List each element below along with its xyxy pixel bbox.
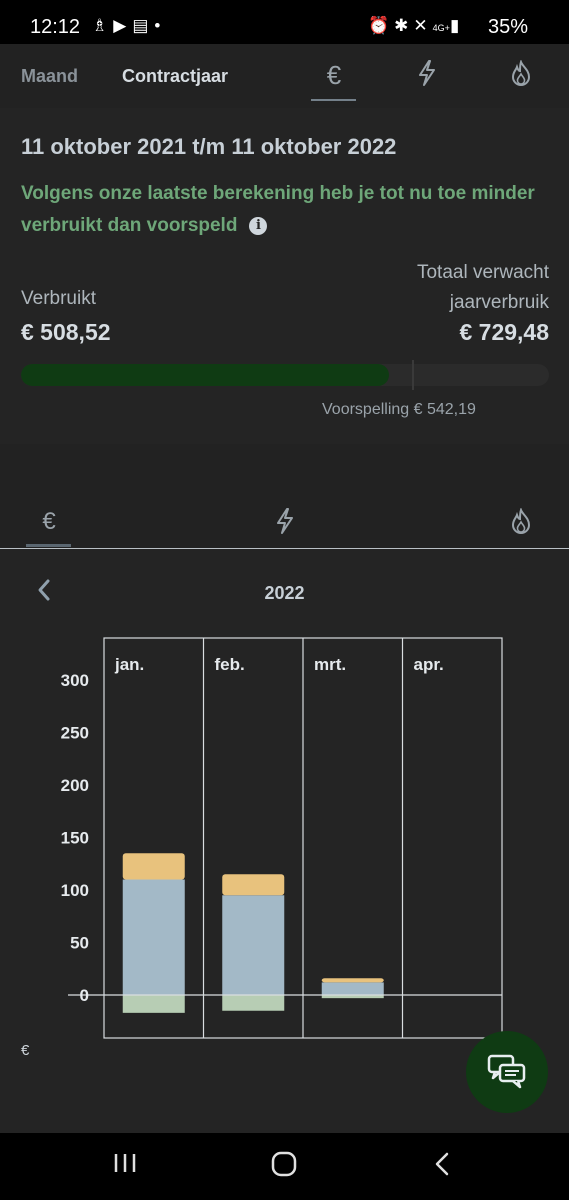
status-right-icons: ⏰✱✕4G+▮ xyxy=(368,16,464,36)
notification-icon: ♗ xyxy=(92,16,114,35)
chat-button[interactable] xyxy=(466,1031,548,1113)
youtube-icon: ▶ xyxy=(113,16,133,35)
chart-y-tick-label: 50 xyxy=(70,934,89,953)
chart-bar-segment xyxy=(122,879,185,995)
chart-y-tick-label: 300 xyxy=(61,671,89,690)
usage-progress-fill xyxy=(21,364,390,386)
usage-progress-bar xyxy=(21,364,549,386)
flame-icon[interactable] xyxy=(498,59,544,93)
battery-level: 35% xyxy=(488,16,529,38)
info-icon[interactable]: i xyxy=(249,217,268,235)
used-value: € 508,52 xyxy=(21,319,111,345)
lightning-icon[interactable] xyxy=(404,60,450,93)
system-nav-bar xyxy=(0,1133,569,1200)
chart-y-axis-label: € xyxy=(21,1042,30,1059)
tab-month[interactable]: Maand xyxy=(21,66,78,87)
chart-category-label: feb. xyxy=(215,655,245,674)
bluetooth-icon: ✱ xyxy=(394,16,414,35)
chart-bar-segment xyxy=(122,995,185,1013)
chart-category-label: jan. xyxy=(114,655,144,674)
chart-tabs: € xyxy=(0,496,569,549)
expected-label-line2: jaarverbruik xyxy=(449,292,549,313)
chart-bar-segment xyxy=(222,895,285,995)
lightning-icon[interactable] xyxy=(262,508,308,541)
chart-category-label: mrt. xyxy=(314,655,346,674)
status-time: 12:12 xyxy=(30,16,81,38)
period-tabs: Maand Contractjaar € xyxy=(0,44,569,106)
signal-icon: ▮ xyxy=(449,16,465,35)
expected-value: € 729,48 xyxy=(459,319,549,345)
mute-icon: ✕ xyxy=(413,16,433,35)
tab-contract-year[interactable]: Contractjaar xyxy=(122,66,228,87)
home-icon[interactable] xyxy=(270,1151,298,1184)
summary-card: 11 oktober 2021 t/m 11 oktober 2022 Volg… xyxy=(0,108,569,444)
expected-label: Totaal verwacht jaarverbruik xyxy=(349,258,549,318)
euro-icon[interactable]: € xyxy=(26,508,72,536)
used-label: Verbruikt xyxy=(21,288,96,309)
status-bar: 12:12 ♗▶▤• ⏰✱✕4G+▮ 35% xyxy=(0,0,569,44)
active-chart-tab-underline xyxy=(26,544,71,547)
status-left-icons: ♗▶▤• xyxy=(92,16,166,36)
news-icon: ▤ xyxy=(132,16,155,35)
recent-apps-icon[interactable] xyxy=(112,1151,138,1182)
period-title: 11 oktober 2021 t/m 11 oktober 2022 xyxy=(21,134,397,159)
chart-y-tick-label: 100 xyxy=(61,881,89,900)
chart-y-tick-label: 250 xyxy=(61,724,89,743)
chart-bar-segment xyxy=(321,982,384,995)
usage-message-text: Volgens onze laatste berekening heb je t… xyxy=(21,183,535,236)
active-tab-underline xyxy=(311,99,356,101)
usage-message: Volgens onze laatste berekening heb je t… xyxy=(21,178,541,242)
chart-y-tick-label: 200 xyxy=(61,776,89,795)
chart-bar-segment xyxy=(222,995,285,1011)
forecast-marker xyxy=(412,360,415,390)
forecast-text: Voorspelling € 542,19 xyxy=(322,401,476,418)
expected-label-line1: Totaal verwacht xyxy=(416,262,549,283)
alarm-icon: ⏰ xyxy=(368,16,395,35)
flame-icon[interactable] xyxy=(498,507,544,541)
chart-bar-segment xyxy=(122,853,185,880)
euro-icon[interactable]: € xyxy=(311,60,357,91)
chart-y-tick-label: 0 xyxy=(80,986,89,1005)
chart-bar-segment xyxy=(321,978,384,983)
chart-y-tick-label: 150 xyxy=(61,829,89,848)
chat-icon xyxy=(487,1054,526,1089)
chart-bar-segment xyxy=(222,874,285,896)
network-label: 4G+ xyxy=(432,23,450,33)
chart-category-label: apr. xyxy=(414,655,444,674)
back-icon[interactable] xyxy=(432,1151,452,1184)
dot-icon: • xyxy=(154,16,167,35)
